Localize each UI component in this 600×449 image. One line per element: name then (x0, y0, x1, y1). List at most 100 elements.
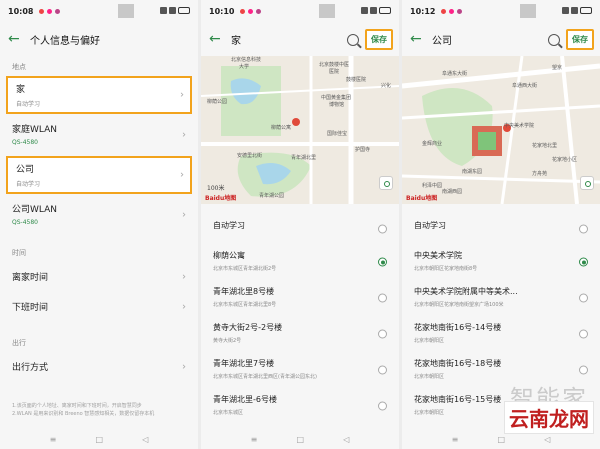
wifi-icon (361, 7, 368, 14)
back-triangle-icon[interactable]: ◁ (544, 435, 550, 444)
app-header: ← 公司 保存 (402, 22, 600, 56)
option-address: 北京市朝阳区花家地南街望京广场100米 (414, 302, 504, 308)
list-item[interactable]: 柳荫公寓 北京市东城区青年湖北街2号 (201, 244, 399, 280)
radio-button[interactable] (579, 224, 588, 234)
redacted-area (319, 4, 335, 18)
option-address: 北京市朝阳区花家地南街8号 (414, 266, 478, 272)
section-travel: 出行 (12, 339, 26, 347)
map-label: 方舟苑 (532, 171, 548, 177)
travel-mode-item[interactable]: 出行方式 › (0, 352, 198, 382)
list-item[interactable]: 黄寺大街2号-2号楼 黄寺大街2号 (201, 316, 399, 352)
radio-button[interactable] (579, 365, 588, 375)
search-icon[interactable] (548, 33, 560, 46)
app-header: ← 个人信息与偏好 (0, 22, 198, 56)
radio-button-selected[interactable] (378, 257, 387, 267)
map-view[interactable]: 望京 阜通东大街 阜通西大街 中央美术学院 金辉商业 花家地北里 花家地小区 南… (402, 56, 600, 204)
map-label: 柳荫公园 (207, 99, 228, 105)
save-button[interactable]: 保存 (365, 29, 393, 50)
watermark: 智能家 云南龙网 (474, 379, 594, 434)
page-title: 公司 (432, 35, 452, 47)
search-icon[interactable] (347, 33, 359, 46)
travel-mode-label: 出行方式 (12, 363, 49, 373)
status-time: 10:08 (8, 6, 34, 16)
home-item[interactable]: 家 自动学习 › (6, 76, 192, 114)
home-square-icon[interactable]: □ (95, 435, 103, 444)
map-view[interactable]: 北京信息科技 大学 北京鼓楼中医 医院 鼓楼医院 柳荫公园 柳荫公寓 中国黄金集… (201, 56, 399, 204)
map-field (478, 132, 496, 150)
map-label: 花家地北里 (532, 143, 558, 149)
map-label: 国际佳宝 (327, 131, 348, 137)
off-work-label: 下班时间 (12, 303, 49, 313)
home-label: 家 (16, 85, 26, 95)
redacted-area (520, 4, 536, 18)
map-label: 鼓楼医院 (346, 77, 367, 83)
panel-company-select: 10:12 ← 公司 保存 望京 阜通东大街 阜通西大街 中央美术学院 金辉商业… (402, 0, 600, 449)
menu-icon[interactable]: ≡ (50, 435, 57, 444)
chevron-right-icon: › (182, 301, 186, 313)
home-square-icon[interactable]: □ (497, 435, 505, 444)
map-label: 阜通西大街 (512, 83, 538, 89)
status-bar: 10:10 (201, 0, 399, 22)
map-label: 中国黄金集团 (321, 95, 352, 101)
list-item[interactable]: 中央美术学院附属中等美术... 北京市朝阳区花家地南街望京广场100米 (402, 280, 600, 316)
map-graphic (201, 56, 399, 204)
map-label: 金辉商业 (422, 141, 443, 147)
map-pin-icon (292, 118, 300, 126)
status-time: 10:10 (209, 6, 235, 16)
locate-icon[interactable] (580, 176, 594, 190)
map-logo: Baidu地图 (406, 195, 438, 202)
option-name: 青年湖北里7号楼 (213, 359, 275, 368)
chevron-right-icon: › (182, 361, 186, 373)
company-label: 公司 (16, 165, 35, 175)
map-label: 柳荫公寓 (271, 125, 292, 131)
back-arrow-icon[interactable]: ← (8, 31, 30, 47)
radio-button-selected[interactable] (579, 257, 588, 267)
list-item[interactable]: 自动学习 (402, 214, 600, 244)
footnotes: 1.该页面的个人地址、离家时间和下班时间，开启智慧同步 2.WLAN 是用来识别… (0, 396, 198, 424)
menu-icon[interactable]: ≡ (452, 435, 459, 444)
notification-icon (449, 8, 455, 14)
radio-button[interactable] (579, 329, 588, 339)
wifi-icon (160, 7, 167, 14)
panel-preferences: 10:08 ← 个人信息与偏好 地点 家 自动学习 › 家庭WLAN QS-45… (0, 0, 198, 449)
company-wlan-item[interactable]: 公司WLAN QS-4580 › (0, 198, 198, 232)
radio-button[interactable] (378, 401, 387, 411)
option-name: 柳荫公寓 (213, 251, 245, 260)
radio-button[interactable] (378, 329, 387, 339)
map-label: 北京信息科技 (231, 57, 262, 63)
list-item[interactable]: 自动学习 (201, 214, 399, 244)
map-label: 阜通东大街 (442, 71, 468, 77)
list-item[interactable]: 青年湖北里-6号楼 北京市东城区 (201, 388, 399, 424)
wifi-icon (562, 7, 569, 14)
menu-icon[interactable]: ≡ (251, 435, 258, 444)
section-place: 地点 (12, 63, 26, 71)
back-arrow-icon[interactable]: ← (209, 31, 231, 47)
list-item[interactable]: 青年湖北里7号楼 北京市东城区青年湖北里西区(青年湖公园东北) (201, 352, 399, 388)
locate-icon[interactable] (379, 176, 393, 190)
battery-icon (580, 7, 592, 14)
list-item[interactable]: 中央美术学院 北京市朝阳区花家地南街8号 (402, 244, 600, 280)
radio-button[interactable] (378, 365, 387, 375)
home-square-icon[interactable]: □ (296, 435, 304, 444)
home-wlan-item[interactable]: 家庭WLAN QS-4580 › (0, 118, 198, 152)
radio-button[interactable] (579, 293, 588, 303)
map-label: 青年湖公园 (259, 193, 285, 199)
system-icons (361, 7, 391, 14)
back-triangle-icon[interactable]: ◁ (142, 435, 148, 444)
back-arrow-icon[interactable]: ← (410, 31, 432, 47)
list-item[interactable]: 花家地南街16号-14号楼 北京市朝阳区 (402, 316, 600, 352)
map-label: 大学 (239, 64, 250, 70)
company-item[interactable]: 公司 自动学习 › (6, 156, 192, 194)
system-icons (160, 7, 190, 14)
notification-icon (47, 8, 53, 14)
notification-icon (55, 8, 61, 14)
off-work-time-item[interactable]: 下班时间 › (0, 292, 198, 322)
radio-button[interactable] (378, 224, 387, 234)
back-triangle-icon[interactable]: ◁ (343, 435, 349, 444)
save-button[interactable]: 保存 (566, 29, 594, 50)
home-sub: 自动学习 (16, 101, 41, 108)
option-name: 青年湖北里8号楼 (213, 287, 275, 296)
leave-home-time-item[interactable]: 离家时间 › (0, 262, 198, 292)
radio-button[interactable] (378, 293, 387, 303)
list-item[interactable]: 青年湖北里8号楼 北京市东城区青年湖北里8号 (201, 280, 399, 316)
